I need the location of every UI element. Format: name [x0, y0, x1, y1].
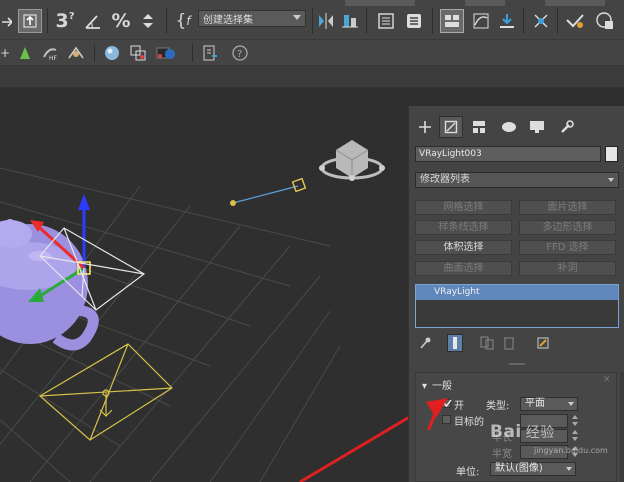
target-distance-field[interactable]	[520, 414, 568, 428]
viewcube[interactable]	[319, 140, 385, 181]
object-color-swatch[interactable]	[605, 146, 618, 162]
show-end-result-icon[interactable]	[447, 334, 463, 352]
selection-set-value: 创建选择集	[203, 15, 253, 26]
panel-scrollbar[interactable]	[620, 372, 624, 482]
stack-toolbar	[409, 332, 624, 354]
perspective-viewport[interactable]	[0, 106, 408, 482]
main-toolbar: 3? % {f 创建选择集	[0, 0, 624, 40]
chevron-down-icon	[568, 402, 574, 406]
hierarchy-tab[interactable]	[467, 116, 491, 138]
command-panel-tabs	[409, 114, 624, 140]
percent-snap-icon[interactable]: %	[110, 8, 132, 34]
material-editor-icon[interactable]	[530, 10, 552, 32]
units-dropdown[interactable]: 默认(图像)	[490, 462, 576, 476]
sphere-icon[interactable]	[102, 44, 122, 62]
volume-select-button[interactable]: 体积选择	[415, 240, 512, 255]
cap-holes-button[interactable]: 补洞	[519, 261, 616, 276]
paint-icon[interactable]	[16, 44, 34, 62]
ribbon-icon[interactable]	[403, 10, 425, 32]
stack-item-vraylight[interactable]: VRayLight	[416, 285, 618, 300]
render-icon[interactable]	[154, 44, 178, 62]
half-width-label: 半宽	[492, 449, 512, 460]
chevron-down-icon	[293, 15, 301, 20]
half-length-field[interactable]	[520, 429, 568, 443]
mirror-icon[interactable]	[316, 8, 336, 34]
top-tab-strip	[345, 0, 615, 6]
close-icon[interactable]: ✕	[603, 376, 612, 385]
type-label: 类型:	[486, 401, 510, 412]
make-unique-icon[interactable]	[479, 334, 495, 352]
mesh-select-button[interactable]: 网格选择	[415, 200, 512, 215]
hf-icon[interactable]: HF	[40, 44, 60, 62]
edit-named-selection-icon[interactable]: {f	[172, 8, 194, 34]
targeted-label: 目标的	[454, 417, 484, 428]
modifier-stack: VRayLight	[415, 284, 619, 328]
annotation-arrow	[299, 416, 408, 482]
modifier-list-dropdown[interactable]: 修改器列表	[415, 172, 619, 188]
layers-icon[interactable]	[128, 44, 148, 62]
brush-icon[interactable]	[66, 44, 86, 62]
type-value: 平面	[525, 398, 545, 409]
type-dropdown[interactable]: 平面	[520, 397, 578, 411]
ribbon-strip	[0, 66, 624, 88]
viewport-scene	[0, 140, 408, 482]
object-name-field[interactable]: VRayLight003	[415, 146, 601, 162]
surface-select-button[interactable]: 曲面选择	[415, 261, 512, 276]
layer-manager-icon[interactable]	[375, 10, 397, 32]
units-label: 单位:	[456, 467, 480, 478]
teapot-object[interactable]	[0, 219, 99, 351]
create-tab[interactable]	[413, 116, 437, 138]
half-length-spinner[interactable]	[572, 430, 578, 442]
schematic-view-icon[interactable]	[496, 10, 518, 32]
units-value: 默认(图像)	[495, 463, 543, 474]
select-move-icon[interactable]	[0, 12, 12, 32]
chevron-down-icon	[566, 467, 572, 471]
help-icon[interactable]: ?	[230, 44, 250, 62]
svg-text:HF: HF	[49, 55, 58, 61]
secondary-toolbar: + HF ?	[0, 40, 624, 66]
select-object-icon[interactable]	[18, 9, 42, 33]
ffd-select-button[interactable]: FFD 选择	[519, 240, 616, 255]
on-label: 开	[454, 401, 464, 412]
curve-editor-icon[interactable]	[470, 10, 492, 32]
chevron-down-icon	[608, 178, 614, 182]
selection-set-dropdown[interactable]: 创建选择集	[198, 10, 306, 27]
script-icon[interactable]	[200, 44, 220, 62]
remove-modifier-icon[interactable]	[501, 334, 517, 352]
poly-select-button[interactable]: 多边形选择	[519, 220, 616, 235]
modify-tab[interactable]	[439, 116, 463, 138]
modifier-list-label: 修改器列表	[420, 174, 470, 185]
vray-light-plane[interactable]	[38, 343, 173, 441]
annotation-arrowhead	[426, 398, 448, 430]
render-frame-icon[interactable]	[594, 10, 616, 32]
half-length-label: 半长	[492, 433, 512, 444]
patch-select-button[interactable]: 面片选择	[519, 200, 616, 215]
configure-sets-icon[interactable]	[535, 334, 551, 352]
render-setup-icon[interactable]	[564, 10, 586, 32]
panel-divider	[409, 360, 624, 368]
motion-tab[interactable]	[497, 116, 521, 138]
utilities-tab[interactable]	[555, 116, 579, 138]
half-width-field[interactable]	[520, 445, 568, 459]
display-tab[interactable]	[525, 116, 549, 138]
snap-3d-icon[interactable]: 3?	[54, 8, 76, 34]
viewport-header	[0, 88, 624, 106]
svg-text:?: ?	[237, 49, 242, 60]
target-distance-spinner[interactable]	[572, 415, 578, 427]
vray-light-target[interactable]	[230, 177, 307, 206]
spline-select-button[interactable]: 样条线选择	[415, 220, 512, 235]
align-icon[interactable]	[340, 8, 360, 34]
scene-explorer-icon[interactable]	[440, 9, 464, 33]
spinner-snap-icon[interactable]	[137, 8, 159, 34]
pin-stack-icon[interactable]	[417, 334, 433, 352]
half-width-spinner[interactable]	[572, 446, 578, 458]
move-icon[interactable]: +	[0, 44, 10, 62]
angle-snap-icon[interactable]	[82, 8, 104, 34]
